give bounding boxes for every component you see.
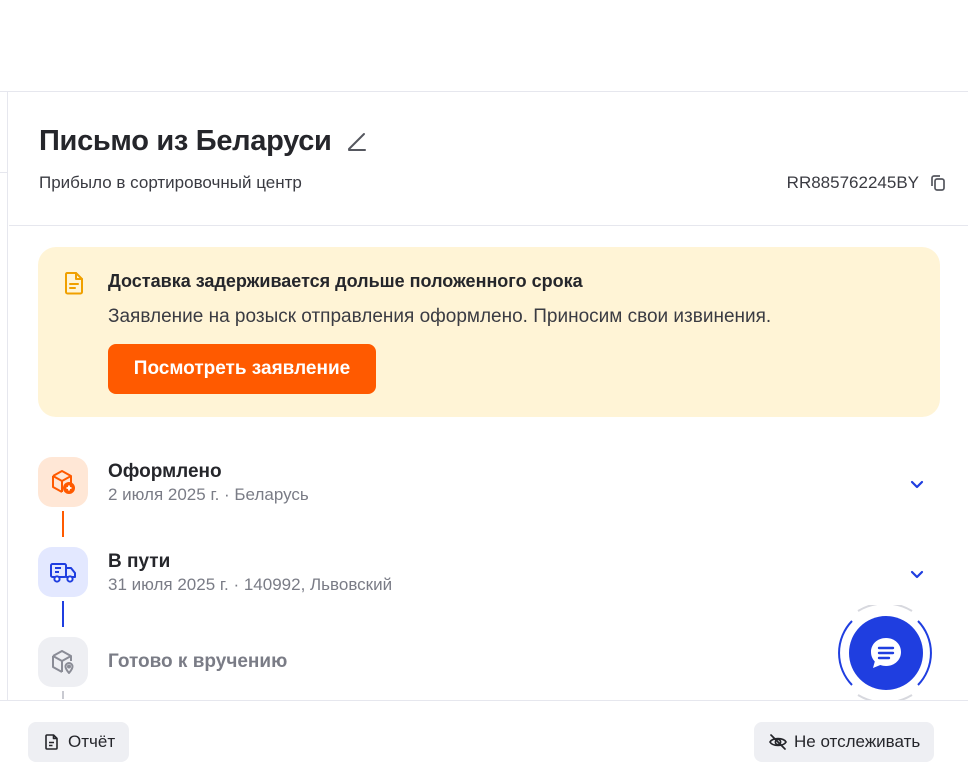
step-subtitle: 31 июля 2025 г. · 140992, Львовский (108, 575, 393, 594)
tracking-number: RR885762245BY (786, 173, 919, 192)
step-title: Оформлено (108, 461, 222, 482)
page-title: Письмо из Беларуси (39, 124, 332, 157)
timeline-step-ready: Готово к вручению (38, 637, 940, 689)
step-title: Готово к вручению (108, 651, 288, 672)
parcel-status: Прибыло в сортировочный центр (39, 173, 302, 192)
document-icon (42, 732, 62, 752)
view-claim-button[interactable]: Посмотреть заявление (108, 344, 376, 394)
header-divider (9, 225, 968, 226)
stop-tracking-button[interactable]: Не отслеживать (754, 722, 935, 762)
delay-alert: Доставка задерживается дольше положенног… (38, 247, 940, 417)
edit-pencil-icon[interactable] (344, 128, 370, 154)
eye-off-icon (768, 732, 788, 752)
box-pin-icon (38, 637, 88, 687)
left-sidebar-edge (0, 92, 8, 770)
truck-icon (38, 547, 88, 597)
timeline-step-registered[interactable]: Оформлено 2 июля 2025 г. · Беларусь (38, 457, 940, 509)
alert-text: Заявление на розыск отправления оформлен… (108, 306, 772, 327)
report-button[interactable]: Отчёт (28, 722, 130, 762)
timeline-connector (62, 601, 64, 627)
bottom-action-bar: Отчёт Не отслеживать (0, 700, 968, 770)
parcel-detail-panel: Письмо из Беларуси Прибыло в сортировочн… (9, 93, 968, 770)
chat-bubble-icon (871, 638, 901, 668)
timeline-step-in-transit[interactable]: В пути 31 июля 2025 г. · 140992, Львовск… (38, 547, 940, 599)
stop-tracking-label: Не отслеживать (794, 732, 921, 751)
box-plus-icon (38, 457, 88, 507)
step-subtitle: 2 июля 2025 г. · Беларусь (108, 485, 309, 504)
timeline-connector (62, 511, 64, 537)
document-warning-icon (60, 269, 88, 297)
report-label: Отчёт (68, 732, 116, 751)
sidebar-divider (0, 172, 8, 173)
chevron-down-icon[interactable] (906, 563, 928, 585)
alert-title: Доставка задерживается дольше положенног… (108, 271, 583, 291)
step-title: В пути (108, 551, 171, 572)
top-bar (0, 0, 968, 92)
copy-icon[interactable] (927, 172, 949, 194)
timeline-connector (62, 691, 64, 699)
parcel-header: Письмо из Беларуси Прибыло в сортировочн… (39, 123, 949, 192)
chevron-down-icon[interactable] (906, 473, 928, 495)
tracking-number-block: RR885762245BY (787, 172, 949, 194)
chat-button[interactable] (849, 616, 923, 690)
chat-widget[interactable] (830, 605, 940, 701)
